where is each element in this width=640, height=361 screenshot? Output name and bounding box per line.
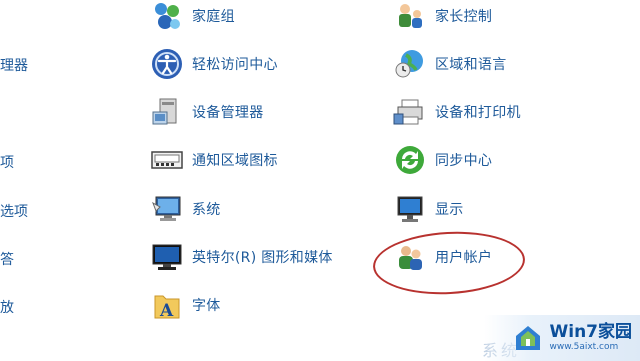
item-label: 设备和打印机 [435, 105, 521, 121]
fonts-icon: A [150, 288, 184, 322]
cut-item-label[interactable]: 放 [0, 297, 14, 317]
item-label: 用户帐户 [435, 250, 493, 266]
device-manager-icon [150, 95, 184, 129]
item-label: 字体 [192, 298, 221, 314]
item-intel-graphics[interactable]: 英特尔(R) 图形和媒体 [150, 237, 333, 277]
item-device-manager[interactable]: 设备管理器 [150, 92, 264, 132]
item-system[interactable]: 系统 [150, 189, 221, 229]
item-label: 家庭组 [192, 9, 235, 25]
item-label: 区域和语言 [435, 57, 507, 73]
cut-item-label[interactable]: 选项 [0, 201, 28, 221]
item-label: 显示 [435, 202, 464, 218]
item-label: 轻松访问中心 [192, 57, 278, 73]
watermark-url: www.5aixt.com [549, 342, 619, 352]
region-language-icon [393, 47, 427, 81]
cut-item-label[interactable]: 项 [0, 152, 14, 172]
item-parental-controls[interactable]: 家长控制 [393, 0, 492, 36]
cut-item-label[interactable]: 理器 [0, 55, 28, 75]
item-label: 家长控制 [435, 9, 493, 25]
item-user-accounts[interactable]: 用户帐户 [393, 237, 492, 277]
item-label: 同步中心 [435, 153, 493, 169]
cut-item-label[interactable]: 答 [0, 249, 14, 269]
item-fonts[interactable]: A 字体 [150, 285, 221, 325]
ease-of-access-icon [150, 47, 184, 81]
item-notification-area[interactable]: 通知区域图标 [150, 140, 278, 180]
item-label: 通知区域图标 [192, 153, 278, 169]
item-label: 英特尔(R) 图形和媒体 [192, 250, 333, 266]
item-sync-center[interactable]: 同步中心 [393, 140, 492, 180]
system-icon [150, 192, 184, 226]
item-devices-printers[interactable]: 设备和打印机 [393, 92, 521, 132]
item-label: 设备管理器 [192, 105, 264, 121]
item-homegroup[interactable]: 家庭组 [150, 0, 235, 36]
sync-center-icon [393, 143, 427, 177]
item-region-language[interactable]: 区域和语言 [393, 44, 507, 84]
user-accounts-icon [393, 240, 427, 274]
intel-graphics-icon [150, 240, 184, 274]
svg-text:A: A [159, 301, 174, 321]
item-display[interactable]: 显示 [393, 189, 464, 229]
display-icon [393, 192, 427, 226]
item-ease-of-access[interactable]: 轻松访问中心 [150, 44, 278, 84]
notification-area-icon [150, 143, 184, 177]
watermark-title: Win7家园 [549, 322, 632, 342]
parental-controls-icon [393, 0, 427, 33]
watermark: Win7家园 www.5aixt.com [484, 315, 640, 361]
homegroup-icon [150, 0, 184, 33]
watermark-logo-icon [516, 326, 541, 350]
item-label: 系统 [192, 202, 221, 218]
devices-printers-icon [393, 95, 427, 129]
